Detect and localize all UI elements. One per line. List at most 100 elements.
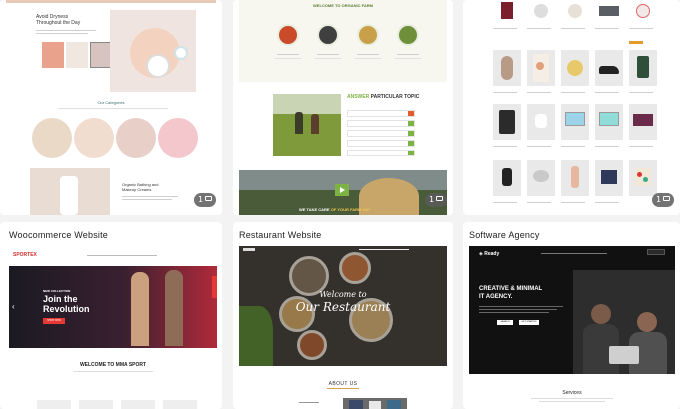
product-tile[interactable] [595,104,623,140]
welcome-title: WELCOME TO ORGANIC FARM [313,3,373,8]
product-title: Organic Bathing and Makeup Creams [122,182,159,192]
laptop [609,346,639,364]
welcome-section: WELCOME TO ORGANIC FARM [239,0,447,82]
athlete-figure [131,272,149,346]
hero-line-1: Welcome to [319,290,367,299]
hero-button[interactable]: SHOP NOW [43,318,65,324]
nav-links[interactable] [359,249,409,250]
product-tile[interactable] [527,104,555,140]
header-button[interactable] [647,249,665,255]
product-tile[interactable] [561,50,589,86]
hero-small-text: NEW COLLECTION [43,289,71,293]
product-tile[interactable] [527,0,555,22]
hero-title: Avoid Dryness Throughout the Day [36,14,81,26]
product-image [30,168,110,215]
portfolio-card-farm[interactable]: WELCOME TO ORGANIC FARM ANSWER PARTICULA… [233,0,453,215]
software-screenshot: ◈ Ready CREATIVE & MINIMAL IT AGENCY. SE… [469,246,675,409]
product-tile[interactable] [493,50,521,86]
product-tile[interactable] [595,50,623,86]
feature-icon-2 [317,24,339,46]
prev-arrow-icon[interactable]: ‹ [12,302,15,311]
about-image [343,398,407,409]
hero-line-2: Revolution [43,304,90,314]
hero-image [110,10,196,92]
image-count-badge[interactable]: 1 [194,193,216,207]
banner-text: WE TAKE CARE OF YOUR FARM 24/7 [299,207,370,212]
feature-icon-1 [277,24,299,46]
rating-stars [629,41,643,44]
faq-item-2[interactable] [347,120,415,127]
hero-line-1: CREATIVE & MINIMAL [479,286,543,292]
product-tile[interactable] [595,160,623,196]
portfolio-card-beauty[interactable]: Avoid Dryness Throughout the Day Our Cat… [0,0,222,215]
card-title-restaurant[interactable]: Restaurant Website [239,230,321,240]
top-strip [6,0,216,3]
side-tab[interactable] [212,276,217,298]
card-title-woocommerce[interactable]: Woocommerce Website [9,230,108,240]
product-tile[interactable] [629,160,657,196]
product-tile[interactable] [561,104,589,140]
play-button[interactable] [335,184,349,196]
brand-logo: ◈ Ready [479,251,500,257]
section-title: Services [562,390,582,396]
feature-icon-4 [397,24,419,46]
badge-count: 1 [428,195,435,204]
product-tile[interactable] [527,50,555,86]
search-button[interactable]: SEARCH [497,320,513,325]
category-3[interactable] [116,118,156,158]
badge-count: 1 [655,195,662,204]
banner-text-b: OF YOUR FARM 24/7 [330,207,371,212]
category-row [32,118,198,158]
hero-photo [573,270,675,374]
section-title: WELCOME TO MMA SPORT [79,362,147,368]
faq-list [347,110,415,156]
product-tile[interactable] [629,50,657,86]
camera-icon [663,196,671,201]
faq-item-4[interactable] [347,140,415,147]
hero-banner: ◈ Ready CREATIVE & MINIMAL IT AGENCY. SE… [469,246,675,374]
category-2[interactable] [74,118,114,158]
shop-screenshot [469,0,674,215]
faq-item-3[interactable] [347,130,415,137]
topic-title-rest: PARTICULAR TOPIC [369,94,420,100]
product-tile[interactable] [595,0,623,22]
badge-count: 1 [197,195,204,204]
brand-logo [243,248,255,251]
feature-box [163,400,197,409]
nav-links[interactable] [87,255,157,256]
portfolio-card-shop[interactable]: 1 [463,0,680,215]
card-title-software[interactable]: Software Agency [469,230,540,240]
camera-icon [436,196,444,201]
product-tile[interactable] [561,160,589,196]
image-count-badge[interactable]: 1 [652,193,674,207]
nav-links[interactable] [541,253,607,254]
video-banner: WE TAKE CARE OF YOUR FARM 24/7 [239,170,447,215]
feature-box [121,400,155,409]
topic-title-accent: ANSWER [347,94,370,100]
about-title: ABOUT US [328,381,358,387]
farm-image [273,94,341,156]
athlete-figure [165,270,183,346]
faq-item-5[interactable] [347,150,415,156]
feature-box [37,400,71,409]
image-count-badge[interactable]: 1 [425,193,447,207]
hero-line-2: IT AGENCY. [479,294,513,300]
faq-item-1[interactable] [347,110,415,117]
camera-icon [205,196,213,201]
product-tile[interactable] [629,0,657,22]
product-tile[interactable] [493,160,521,196]
category-1[interactable] [32,118,72,158]
banner-text-a: WE TAKE CARE [299,207,330,212]
hero-banner: NEW COLLECTION Join the Revolution SHOP … [9,266,217,348]
farm-screenshot: WELCOME TO ORGANIC FARM ANSWER PARTICULA… [239,0,447,215]
product-tile[interactable] [527,160,555,196]
category-4[interactable] [158,118,198,158]
feature-box [79,400,113,409]
product-tile[interactable] [493,104,521,140]
get-started-button[interactable]: GET STARTED [519,320,539,325]
play-icon [340,187,345,193]
brand-name: Ready [484,251,500,257]
product-tile[interactable] [493,0,521,22]
product-tile[interactable] [629,104,657,140]
product-tile[interactable] [561,0,589,22]
